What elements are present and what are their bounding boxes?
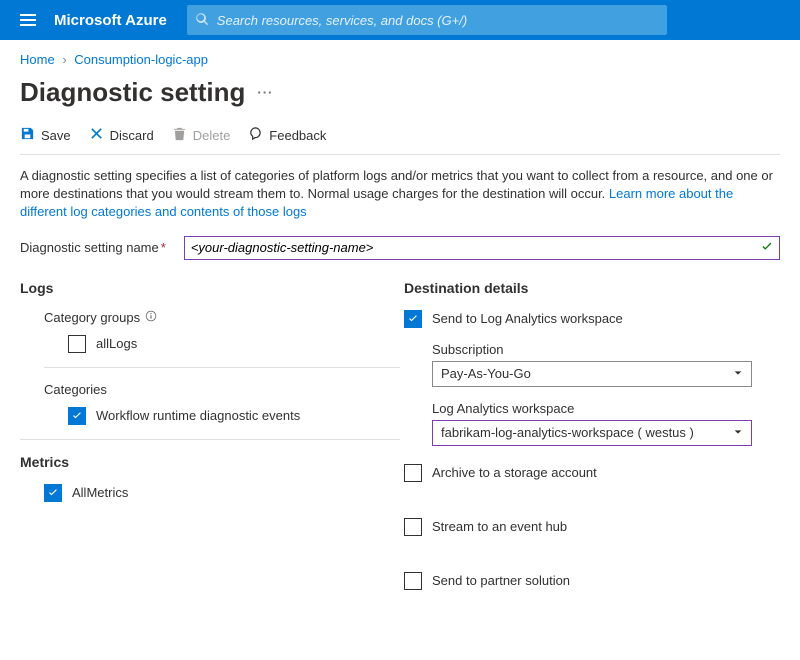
save-label: Save: [41, 128, 71, 143]
breadcrumb-home[interactable]: Home: [20, 52, 55, 67]
workflow-runtime-label: Workflow runtime diagnostic events: [96, 408, 300, 423]
chevron-right-icon: ›: [62, 52, 66, 67]
azure-top-bar: Microsoft Azure: [0, 0, 800, 40]
metrics-heading: Metrics: [20, 454, 400, 470]
checkbox-archive-storage[interactable]: Archive to a storage account: [404, 464, 780, 482]
divider: [20, 439, 400, 440]
checkbox-send-log-analytics[interactable]: Send to Log Analytics workspace: [404, 310, 780, 328]
search-input[interactable]: [217, 13, 659, 28]
chevron-down-icon: [733, 366, 743, 381]
diagnostic-name-label: Diagnostic setting name*: [20, 240, 166, 255]
discard-label: Discard: [110, 128, 154, 143]
checkbox-box: [404, 464, 422, 482]
divider: [44, 367, 400, 368]
checkbox-partner-solution[interactable]: Send to partner solution: [404, 572, 780, 590]
subscription-value: Pay-As-You-Go: [441, 366, 531, 381]
checkbox-all-metrics[interactable]: AllMetrics: [44, 484, 400, 502]
send-la-label: Send to Log Analytics workspace: [432, 311, 623, 326]
required-asterisk: *: [161, 240, 166, 255]
diagnostic-name-row: Diagnostic setting name*: [20, 236, 780, 260]
feedback-button[interactable]: Feedback: [248, 126, 326, 144]
checkbox-box: [404, 518, 422, 536]
log-analytics-config: Subscription Pay-As-You-Go Log Analytics…: [404, 342, 780, 446]
info-icon[interactable]: [145, 310, 157, 325]
checkbox-box: [404, 572, 422, 590]
close-icon: [89, 126, 104, 144]
brand-label[interactable]: Microsoft Azure: [54, 12, 167, 29]
checkbox-box-checked: [68, 407, 86, 425]
logs-heading: Logs: [20, 280, 400, 296]
checkbox-workflow-runtime[interactable]: Workflow runtime diagnostic events: [68, 407, 400, 425]
archive-storage-label: Archive to a storage account: [432, 465, 597, 480]
menu-icon[interactable]: [8, 12, 48, 28]
more-actions-button[interactable]: ···: [257, 85, 273, 100]
global-search[interactable]: [187, 5, 667, 35]
discard-button[interactable]: Discard: [89, 126, 154, 144]
chevron-down-icon: [733, 425, 743, 440]
delete-label: Delete: [193, 128, 231, 143]
workspace-select[interactable]: fabrikam-log-analytics-workspace ( westu…: [432, 420, 752, 446]
checkbox-all-logs[interactable]: allLogs: [68, 335, 400, 353]
feedback-icon: [248, 126, 263, 144]
page-title: Diagnostic setting: [20, 77, 245, 108]
partner-label: Send to partner solution: [432, 573, 570, 588]
checkbox-box: [68, 335, 86, 353]
breadcrumb: Home › Consumption-logic-app: [20, 52, 780, 67]
workspace-value: fabrikam-log-analytics-workspace ( westu…: [441, 425, 694, 440]
category-groups-label: Category groups: [44, 310, 400, 325]
save-button[interactable]: Save: [20, 126, 71, 144]
all-logs-label: allLogs: [96, 336, 137, 351]
all-metrics-label: AllMetrics: [72, 485, 128, 500]
subscription-select[interactable]: Pay-As-You-Go: [432, 361, 752, 387]
checkbox-box-checked: [404, 310, 422, 328]
diagnostic-name-input[interactable]: [184, 236, 780, 260]
command-bar: Save Discard Delete Feedback: [20, 126, 780, 155]
subscription-label: Subscription: [432, 342, 780, 357]
search-icon: [195, 12, 217, 29]
feedback-label: Feedback: [269, 128, 326, 143]
checkbox-stream-event-hub[interactable]: Stream to an event hub: [404, 518, 780, 536]
checkmark-icon: [760, 240, 774, 257]
workspace-label: Log Analytics workspace: [432, 401, 780, 416]
checkbox-box-checked: [44, 484, 62, 502]
page-title-row: Diagnostic setting ···: [20, 77, 780, 108]
categories-label: Categories: [44, 382, 400, 397]
stream-eh-label: Stream to an event hub: [432, 519, 567, 534]
save-icon: [20, 126, 35, 144]
breadcrumb-resource[interactable]: Consumption-logic-app: [74, 52, 208, 67]
diagnostic-name-input-wrap: [184, 236, 780, 260]
trash-icon: [172, 126, 187, 144]
delete-button: Delete: [172, 126, 231, 144]
description-text: A diagnostic setting specifies a list of…: [20, 167, 780, 222]
destination-heading: Destination details: [404, 280, 780, 296]
